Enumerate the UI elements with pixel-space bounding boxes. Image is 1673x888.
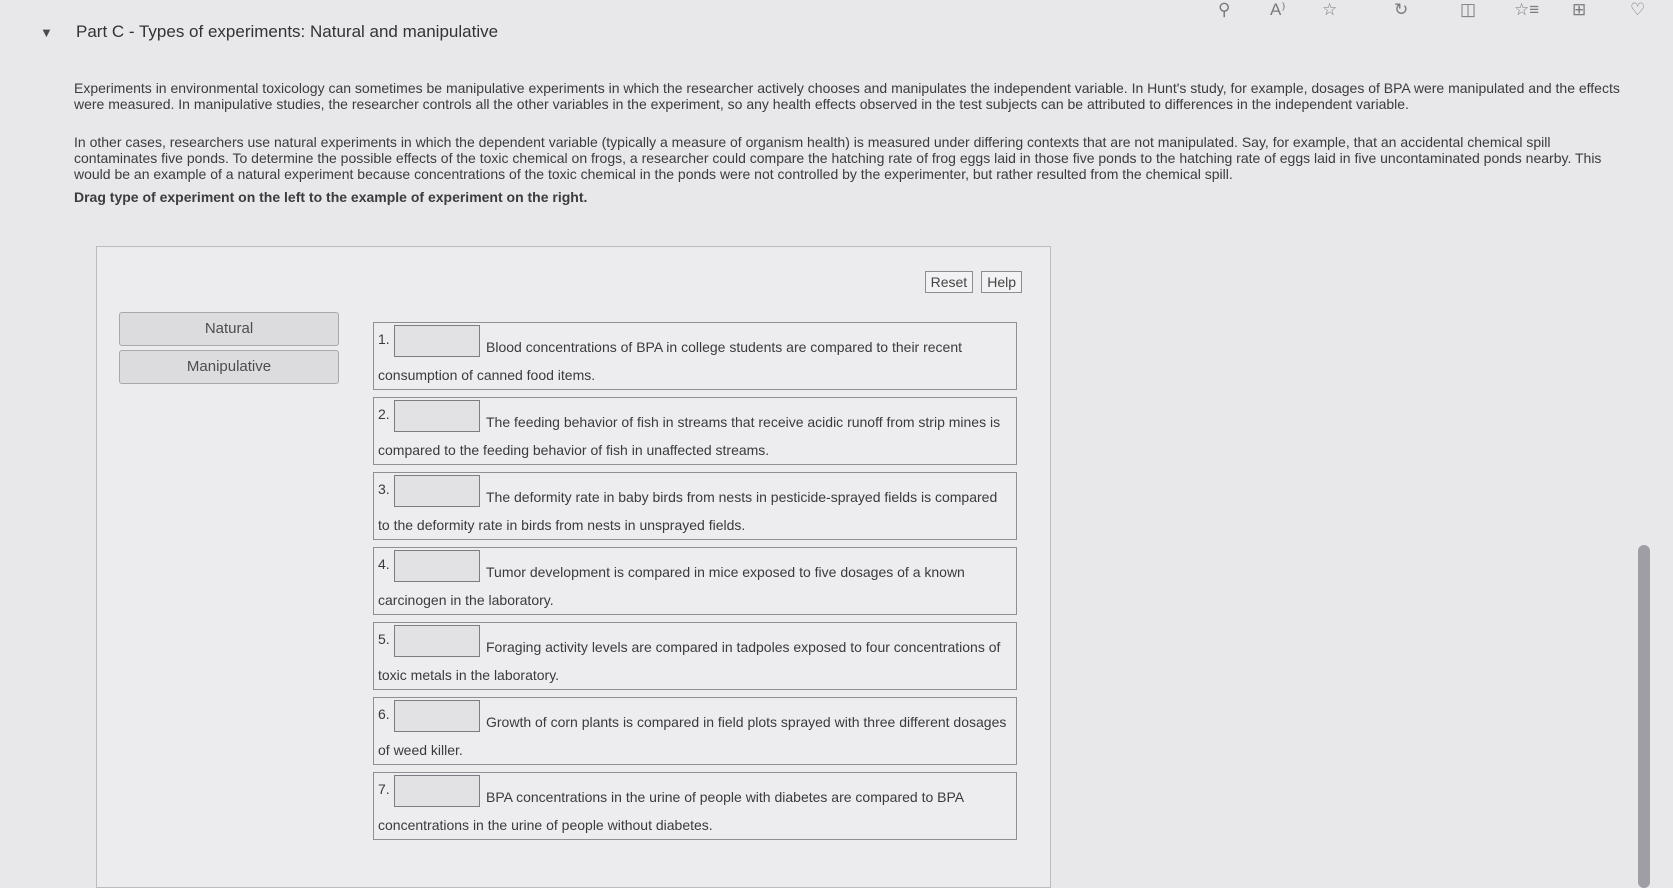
- panel-buttons: Reset Help: [924, 271, 1022, 293]
- intro-text-2: In other cases, researchers use natural …: [74, 134, 1634, 212]
- reset-button[interactable]: Reset: [924, 271, 974, 293]
- item-text: Growth of corn plants is compared in fie…: [378, 714, 1007, 758]
- example-item-5: 5. Foraging activity levels are compared…: [373, 622, 1017, 690]
- item-text: The feeding behavior of fish in streams …: [378, 414, 1001, 458]
- part-title: Part C - Types of experiments: Natural a…: [76, 22, 499, 41]
- page-scrollbar[interactable]: [1638, 545, 1650, 888]
- favorite-star-icon[interactable]: ☆: [1322, 0, 1337, 20]
- item-text: BPA concentrations in the urine of peopl…: [378, 789, 964, 833]
- item-text: Tumor development is compared in mice ex…: [378, 564, 965, 608]
- drag-drop-panel: Reset Help Natural Manipulative 1. Blood…: [96, 246, 1051, 888]
- extensions-icon[interactable]: ♡: [1630, 0, 1645, 20]
- example-item-6: 6. Growth of corn plants is compared in …: [373, 697, 1017, 765]
- example-item-3: 3. The deformity rate in baby birds from…: [373, 472, 1017, 540]
- favorites-list-icon[interactable]: ☆≡: [1514, 0, 1539, 20]
- read-aloud-icon[interactable]: A⁾: [1270, 0, 1286, 20]
- example-item-7: 7. BPA concentrations in the urine of pe…: [373, 772, 1017, 840]
- example-item-4: 4. Tumor development is compared in mice…: [373, 547, 1017, 615]
- item-text: The deformity rate in baby birds from ne…: [378, 489, 998, 533]
- collapse-caret-icon[interactable]: ▼: [40, 25, 53, 40]
- intro-paragraph-1: Experiments in environmental toxicology …: [74, 80, 1620, 112]
- intro-text: Experiments in environmental toxicology …: [74, 80, 1634, 119]
- example-item-2: 2. The feeding behavior of fish in strea…: [373, 397, 1017, 465]
- split-screen-icon[interactable]: ◫: [1460, 0, 1476, 20]
- item-text: Foraging activity levels are compared in…: [378, 639, 1001, 683]
- chip-manipulative[interactable]: Manipulative: [119, 350, 339, 384]
- intro-paragraph-2: In other cases, researchers use natural …: [74, 134, 1602, 182]
- refresh-icon[interactable]: ↻: [1394, 0, 1408, 20]
- chip-natural[interactable]: Natural: [119, 312, 339, 346]
- example-item-1: 1. Blood concentrations of BPA in colleg…: [373, 322, 1017, 390]
- browser-toolbar: ⚲ A⁾ ☆ ↻ ◫ ☆≡ ⊞ ♡: [0, 0, 1673, 20]
- item-text: Blood concentrations of BPA in college s…: [378, 339, 963, 383]
- search-icon[interactable]: ⚲: [1218, 0, 1230, 20]
- instruction-text: Drag type of experiment on the left to t…: [74, 189, 588, 205]
- help-button[interactable]: Help: [981, 271, 1022, 293]
- collections-icon[interactable]: ⊞: [1572, 0, 1586, 20]
